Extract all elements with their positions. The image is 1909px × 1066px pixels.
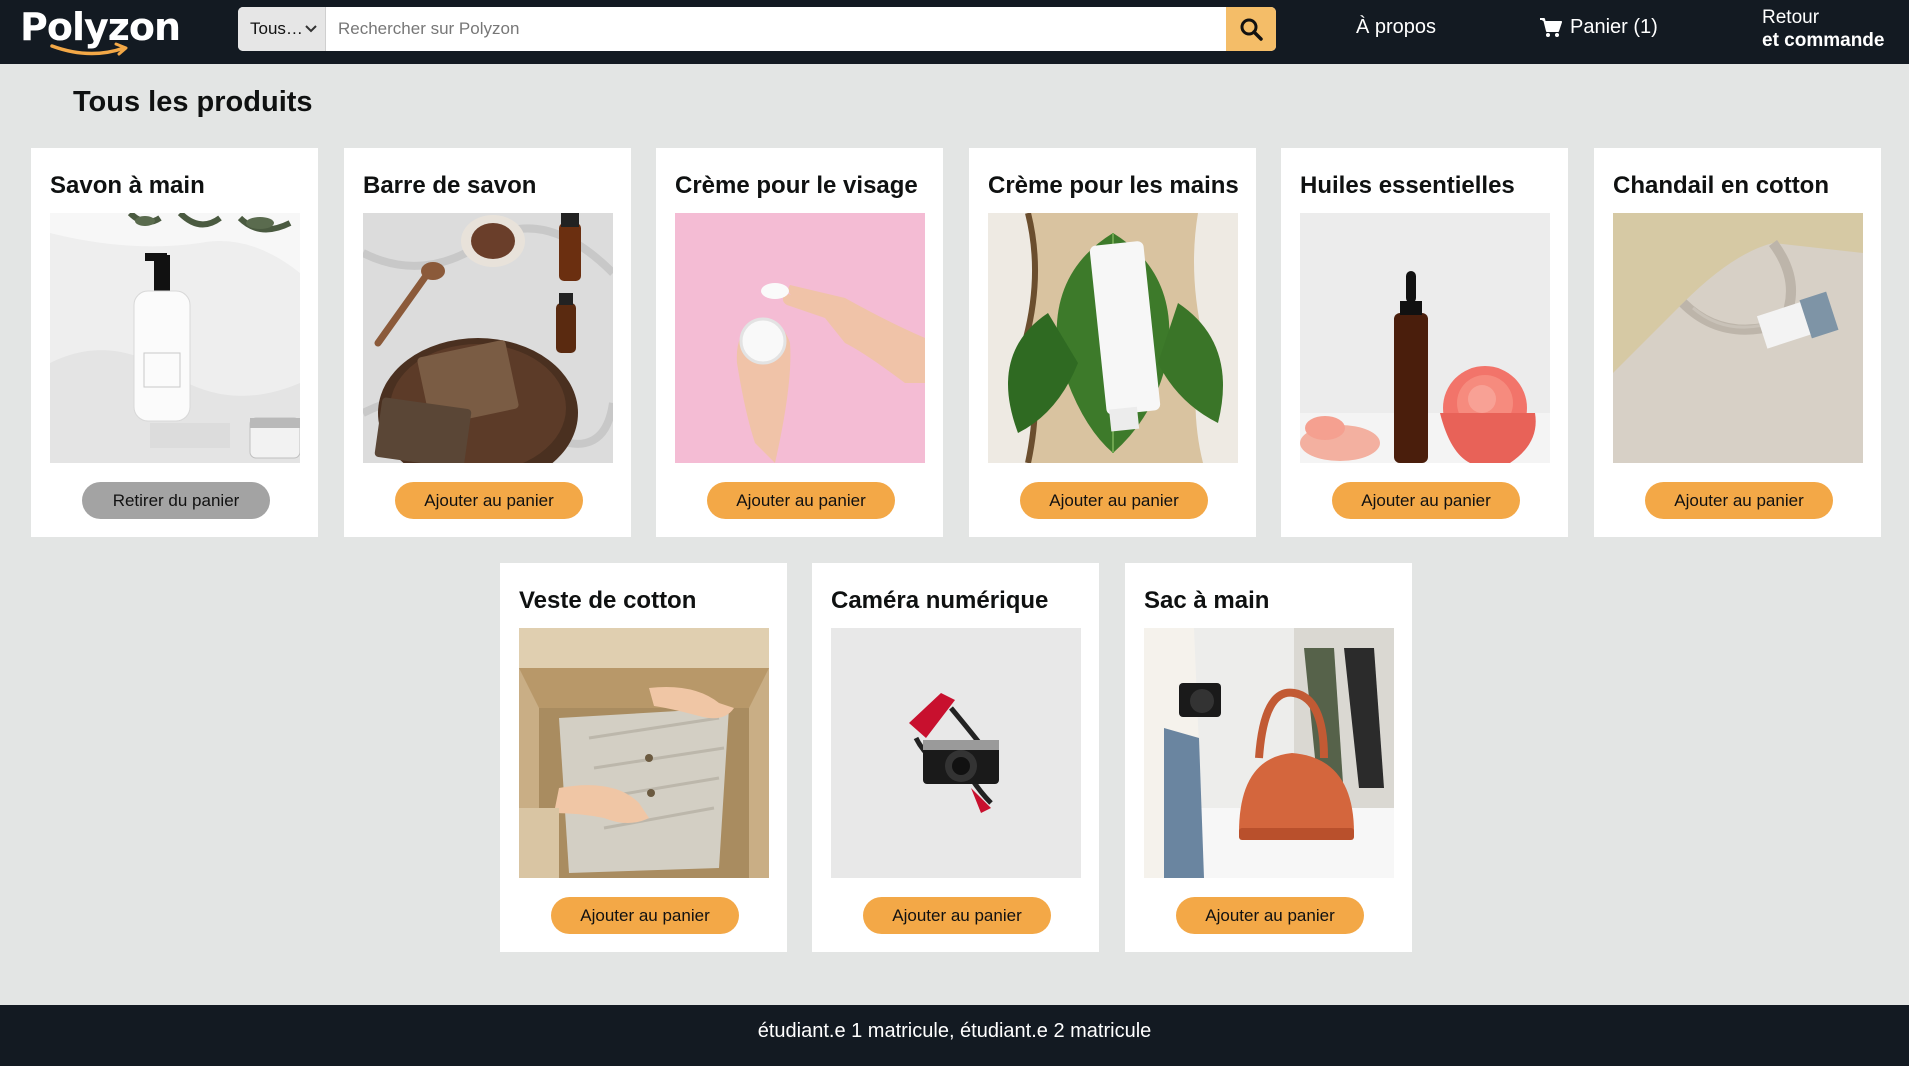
product-image-sweater[interactable] <box>1613 213 1863 463</box>
product-card: Chandail en cotton Ajouter au panier <box>1594 148 1881 537</box>
product-title: Sac à main <box>1144 587 1270 614</box>
product-title: Chandail en cotton <box>1613 172 1829 199</box>
logo[interactable]: Polyzon <box>20 2 181 58</box>
product-image-hand-cream[interactable] <box>988 213 1238 463</box>
top-navbar: Polyzon Tous… À propos Panier (1) <box>0 0 1909 64</box>
product-card: Caméra numérique Ajouter au panier <box>812 563 1099 952</box>
product-image-essential-oils[interactable] <box>1300 213 1550 463</box>
search-bar: Tous… <box>238 7 1276 51</box>
product-image-handbag[interactable] <box>1144 628 1394 878</box>
remove-from-cart-button[interactable]: Retirer du panier <box>82 482 270 519</box>
product-title: Barre de savon <box>363 172 537 199</box>
product-title: Savon à main <box>50 172 205 199</box>
product-card: Savon à main Retirer du panier <box>31 148 318 537</box>
add-to-cart-button[interactable]: Ajouter au panier <box>1020 482 1208 519</box>
product-title: Veste de cotton <box>519 587 697 614</box>
product-title: Crème pour le visage <box>675 172 918 199</box>
returns-line2: et commande <box>1762 30 1885 51</box>
product-image-cotton-jacket[interactable] <box>519 628 769 878</box>
product-card: Veste de cotton Ajouter au panier <box>500 563 787 952</box>
product-image-soap-bar[interactable] <box>363 213 613 463</box>
product-card: Crème pour les mains Ajouter au panier <box>969 148 1256 537</box>
product-card: Crème pour le visage Ajouter au panier <box>656 148 943 537</box>
add-to-cart-button[interactable]: Ajouter au panier <box>1645 482 1833 519</box>
product-image-face-cream[interactable] <box>675 213 925 463</box>
nav-about-link[interactable]: À propos <box>1356 16 1436 39</box>
add-to-cart-button[interactable]: Ajouter au panier <box>707 482 895 519</box>
add-to-cart-button[interactable]: Ajouter au panier <box>1176 897 1364 934</box>
search-icon <box>1240 18 1263 41</box>
product-card: Barre de savon Ajouter au panier <box>344 148 631 537</box>
product-card: Sac à main Ajouter au panier <box>1125 563 1412 952</box>
search-category-select[interactable]: Tous… <box>238 7 326 51</box>
nav-cart-link[interactable]: Panier (1) <box>1540 16 1658 39</box>
footer-text: étudiant.e 1 matricule, étudiant.e 2 mat… <box>757 1020 1152 1042</box>
product-title: Crème pour les mains <box>988 172 1239 199</box>
search-button[interactable] <box>1226 7 1276 51</box>
add-to-cart-button[interactable]: Ajouter au panier <box>863 897 1051 934</box>
chevron-down-icon <box>305 25 317 33</box>
returns-line1: Retour <box>1762 7 1820 28</box>
product-image-digital-camera[interactable] <box>831 628 1081 878</box>
nav-returns-link[interactable]: Retour et commande <box>1762 6 1884 52</box>
add-to-cart-button[interactable]: Ajouter au panier <box>1332 482 1520 519</box>
cart-label: Panier (1) <box>1570 16 1658 38</box>
search-category-label: Tous… <box>250 19 303 38</box>
product-title: Huiles essentielles <box>1300 172 1515 199</box>
product-title: Caméra numérique <box>831 587 1049 614</box>
search-input[interactable] <box>326 7 1226 51</box>
add-to-cart-button[interactable]: Ajouter au panier <box>395 482 583 519</box>
cart-icon <box>1540 17 1562 37</box>
add-to-cart-button[interactable]: Ajouter au panier <box>551 897 739 934</box>
page-title: Tous les produits <box>73 86 313 118</box>
product-card: Huiles essentielles Ajouter au panier <box>1281 148 1568 537</box>
product-image-hand-soap[interactable] <box>50 213 300 463</box>
footer: étudiant.e 1 matricule, étudiant.e 2 mat… <box>0 1005 1909 1066</box>
logo-smile-icon <box>50 42 128 56</box>
